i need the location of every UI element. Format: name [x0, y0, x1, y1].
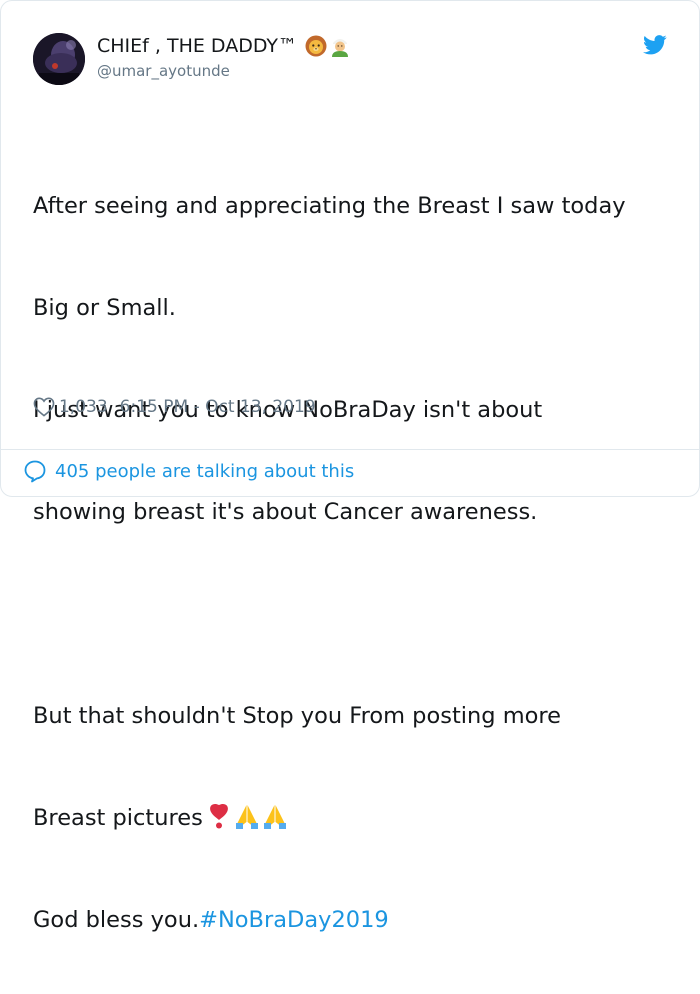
- tweet-line: Big or Small.: [33, 295, 176, 321]
- tweet-line: showing breast it's about Cancer awarene…: [33, 499, 538, 525]
- tweet-line-final: God bless you.#NoBraDay2019: [33, 903, 683, 937]
- lion-face-icon: [305, 35, 327, 57]
- tweet-timestamp[interactable]: 6:15 PM - Oct 13, 2019: [120, 397, 316, 417]
- reply-bubble-icon: [24, 460, 46, 483]
- man-with-turban-icon: [332, 39, 349, 57]
- conversation-link[interactable]: 405 people are talking about this: [23, 459, 354, 483]
- tweet-line: Breast pictures: [33, 805, 203, 831]
- hashtag-link[interactable]: #NoBraDay2019: [199, 907, 389, 933]
- divider: [1, 449, 700, 450]
- tweet-line: God bless you.: [33, 907, 200, 933]
- heavy-heart-exclamation-icon: [209, 803, 228, 829]
- display-name[interactable]: CHIEf , THE DADDY™: [97, 35, 351, 57]
- tweet-line: After seeing and appreciating the Breast…: [33, 193, 626, 219]
- folded-hands-icon: [235, 805, 258, 829]
- like-count[interactable]: 1,033: [59, 397, 108, 417]
- tweet-card: CHIEf , THE DADDY™ @umar_ayotunde After …: [0, 0, 700, 933]
- display-name-text: CHIEf , THE DADDY™: [97, 35, 298, 57]
- heart-icon[interactable]: [33, 397, 55, 417]
- tweet-meta: 1,033 6:15 PM - Oct 13, 2019: [33, 397, 316, 417]
- user-handle[interactable]: @umar_ayotunde: [97, 62, 230, 80]
- tweet-line: [33, 597, 683, 631]
- tweet-text: After seeing and appreciating the Breast…: [33, 121, 683, 994]
- conversation-label: 405 people are talking about this: [55, 460, 355, 482]
- tweet-line-with-emojis: Breast pictures: [33, 801, 683, 835]
- twitter-bird-icon[interactable]: [643, 35, 667, 55]
- tweet-line: But that shouldn't Stop you From posting…: [33, 703, 561, 729]
- avatar[interactable]: [33, 33, 85, 85]
- folded-hands-icon: [263, 805, 286, 829]
